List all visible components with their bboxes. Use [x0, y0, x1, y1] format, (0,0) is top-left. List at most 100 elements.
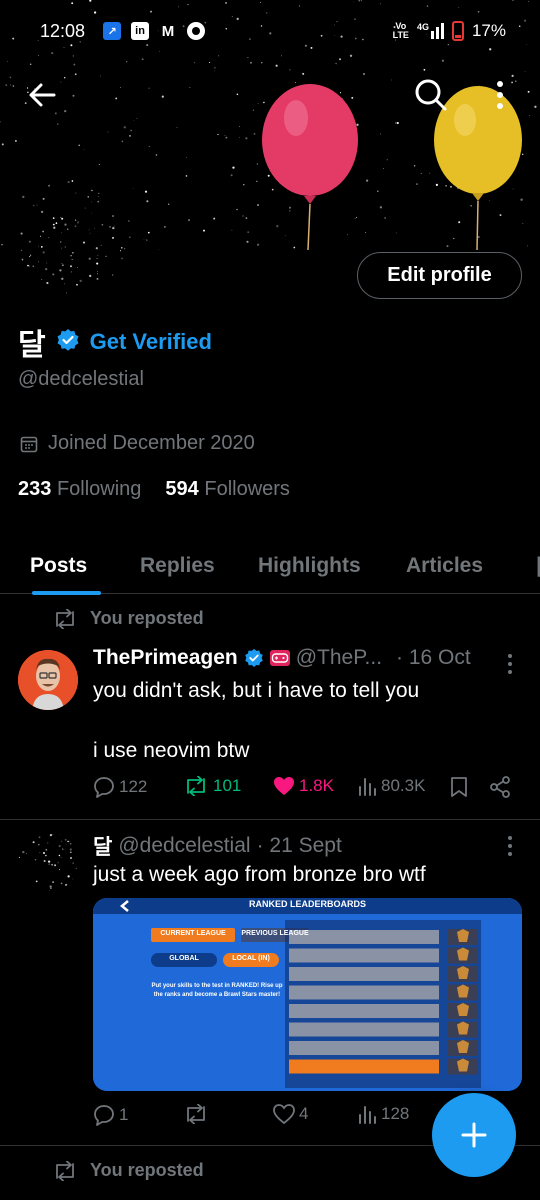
like-button[interactable]: 4: [273, 1104, 308, 1124]
more-options-icon[interactable]: [492, 80, 508, 110]
author-name[interactable]: ThePrimeagen: [93, 646, 238, 670]
profile-tabs: Posts Replies Highlights Articles |: [0, 538, 540, 595]
plus-icon: [461, 1122, 487, 1148]
tab-posts[interactable]: Posts: [30, 538, 87, 594]
author-handle: @dedcelestial: [118, 834, 251, 857]
status-bar: 12:08 ↗ in M Vo LTE 4G 17%: [0, 0, 540, 62]
active-tab-indicator: [32, 591, 101, 595]
post-text: just a week ago from bronze bro wtf: [93, 863, 426, 886]
get-verified-link[interactable]: Get Verified: [90, 329, 212, 355]
repost-indicator: You reposted: [52, 608, 204, 629]
verified-badge-icon[interactable]: [56, 328, 80, 357]
post-divider: [0, 819, 540, 820]
post-text-line-1: you didn't ask, but i have to tell you: [93, 679, 420, 702]
follow-stats: 233 Following 594 Followers: [18, 478, 290, 501]
post-more-icon[interactable]: [504, 653, 516, 675]
reply-count: 122: [119, 777, 148, 796]
tab-replies[interactable]: Replies: [140, 538, 215, 594]
search-icon[interactable]: [414, 78, 448, 112]
name-row: 달 Get Verified: [18, 320, 212, 364]
following-count: 233: [18, 478, 52, 500]
media-title: RANKED LEADERBOARDS: [248, 899, 366, 909]
tab-articles[interactable]: Articles: [406, 538, 483, 594]
joined-date: Joined December 2020: [20, 432, 255, 455]
compose-post-button[interactable]: [432, 1093, 516, 1177]
edit-profile-button[interactable]: Edit profile: [357, 252, 522, 299]
bookmark-icon[interactable]: [449, 776, 469, 798]
heart-filled-icon: [274, 777, 294, 795]
views-button[interactable]: 80.3K: [357, 776, 425, 796]
system-icons: Vo LTE 4G 17%: [393, 21, 506, 41]
battery-icon: [451, 21, 464, 41]
followers-link[interactable]: 594 Followers: [165, 478, 290, 501]
post-time: · 21 Sept: [256, 834, 342, 857]
status-time: 12:08: [40, 20, 86, 41]
reply-button[interactable]: 1: [93, 1104, 128, 1126]
media-local: LOCAL (IN): [232, 955, 270, 962]
reply-count: 1: [119, 1105, 129, 1124]
repost-icon: [56, 608, 74, 629]
tab-overflow[interactable]: |: [536, 538, 540, 594]
repost-button[interactable]: [183, 1104, 213, 1124]
followers-count: 594: [165, 478, 199, 500]
verified-badge-icon: [244, 648, 263, 667]
following-link[interactable]: 233 Following: [18, 478, 141, 501]
profile-avatar[interactable]: [18, 186, 126, 294]
repost-label: You reposted: [90, 608, 204, 628]
media-current-league: CURRENT LEAGUE: [160, 930, 226, 937]
heart-outline-icon: [273, 1104, 295, 1124]
repost-icon: [56, 1160, 74, 1181]
author-avatar[interactable]: [18, 650, 78, 710]
profile-handle: @dedcelestial: [18, 368, 144, 390]
post-time: · 16 Oct: [396, 646, 471, 669]
repost-indicator: You reposted: [52, 1160, 204, 1181]
post-actions: 122 101 1.8K 80.3K: [93, 776, 523, 806]
signal-label: 4G: [416, 22, 429, 32]
person-avatar-icon: [18, 650, 78, 710]
like-button[interactable]: 1.8K: [273, 776, 334, 796]
record-icon: [187, 22, 206, 40]
like-count: 4: [299, 1104, 309, 1123]
signal-icon: 4G: [417, 23, 444, 39]
author-avatar[interactable]: [18, 832, 78, 892]
following-label: Following: [56, 478, 142, 500]
post-header: ThePrimeagen @TheP... · 16 Oct: [93, 646, 471, 670]
views-count: 128: [381, 1104, 410, 1123]
repost-count: 101: [213, 776, 242, 795]
notification-icons: ↗ in M: [103, 22, 206, 40]
display-name: 달: [18, 329, 46, 362]
avatar-starfield: [18, 833, 77, 892]
app-notification-icon: ↗: [103, 22, 122, 40]
repost-icon: [187, 1104, 205, 1124]
reply-icon: [94, 1105, 114, 1126]
volte-indicator: Vo LTE: [393, 22, 409, 40]
author-name[interactable]: 달: [93, 831, 112, 861]
media-promo-text: Put your skills to the test in RANKED! R…: [151, 983, 283, 998]
views-button[interactable]: 128: [357, 1104, 409, 1124]
share-icon[interactable]: [489, 776, 511, 798]
media-global: GLOBAL: [169, 955, 199, 962]
gamepad-affiliate-icon: [269, 650, 290, 666]
gmail-icon: M: [161, 22, 175, 40]
linkedin-icon: in: [131, 22, 150, 40]
views-count: 80.3K: [381, 776, 426, 795]
repost-label: You reposted: [90, 1160, 204, 1180]
views-chart-icon: [359, 1106, 376, 1124]
author-handle: @TheP...: [295, 646, 383, 669]
back-arrow-icon[interactable]: [26, 78, 60, 112]
calendar-icon: [20, 436, 38, 452]
post-media-image[interactable]: RANKED LEADERBOARDS CURRENT LEAGUE PREVI…: [93, 898, 522, 1091]
reply-button[interactable]: 122: [93, 776, 147, 798]
red-balloon: [262, 84, 358, 250]
repost-icon: [187, 776, 205, 796]
post-text-line-2: i use neovim btw: [93, 739, 250, 762]
tab-highlights[interactable]: Highlights: [258, 538, 361, 594]
joined-text: Joined December 2020: [48, 432, 255, 454]
post-header: 달 @dedcelestial · 21 Sept: [93, 831, 342, 861]
battery-percent: 17%: [471, 21, 506, 40]
views-chart-icon: [359, 778, 376, 796]
repost-button[interactable]: 101: [183, 776, 241, 796]
like-count: 1.8K: [299, 776, 334, 795]
post-more-icon[interactable]: [504, 835, 516, 857]
reply-icon: [94, 777, 114, 798]
